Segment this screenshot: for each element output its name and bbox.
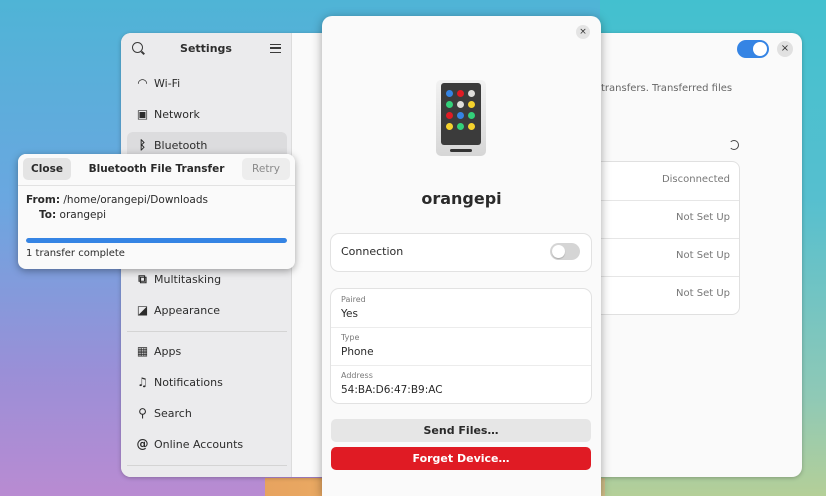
sidebar-header: Settings — [121, 33, 291, 65]
dialog-close-button[interactable]: × — [576, 25, 590, 39]
network-icon: ▣ — [136, 107, 149, 121]
device-row[interactable]: Disconnected — [581, 162, 739, 201]
forget-device-button[interactable]: Forget Device… — [331, 447, 591, 470]
connection-label: Connection — [341, 245, 404, 258]
sidebar-item-label: Network — [154, 108, 200, 121]
device-status: Not Set Up — [676, 212, 730, 223]
from-value: /home/orangepi/Downloads — [63, 194, 208, 206]
info-row-type: Type Phone — [331, 327, 591, 366]
device-info-card: Paired Yes Type Phone Address 54:BA:D6:4… — [331, 289, 591, 403]
menu-icon[interactable] — [270, 44, 281, 53]
sidebar-item-label: Appearance — [154, 304, 221, 317]
connection-card: Connection — [331, 234, 591, 271]
info-key: Address — [341, 371, 373, 380]
transfer-progress-bar — [26, 238, 287, 243]
device-row[interactable]: Not Set Up — [581, 200, 739, 239]
file-transfer-dialog: Bluetooth File Transfer Close Retry From… — [18, 154, 295, 269]
sidebar-title: Settings — [180, 42, 232, 55]
to-label: To: — [39, 209, 57, 221]
send-files-button[interactable]: Send Files… — [331, 419, 591, 442]
bell-icon: ♫ — [137, 375, 148, 389]
info-row-paired: Paired Yes — [331, 289, 591, 328]
sidebar-item-label: Apps — [154, 345, 182, 358]
device-dialog: × orangepi Connection Paired Yes Type Ph… — [322, 16, 601, 496]
from-label: From: — [26, 194, 61, 206]
sidebar-divider — [127, 465, 287, 466]
bluetooth-icon: ᛒ — [138, 138, 147, 152]
sidebar-item-label: Wi-Fi — [154, 77, 181, 90]
to-value: orangepi — [59, 209, 107, 221]
close-button[interactable]: Close — [23, 158, 71, 180]
window-close-button[interactable]: × — [777, 41, 793, 57]
sidebar-item-label: Bluetooth — [154, 139, 208, 152]
transfer-from: From: /home/orangepi/Downloads — [26, 194, 208, 206]
search-icon: ⚲ — [138, 406, 147, 420]
info-value: Yes — [341, 308, 358, 320]
multitasking-icon: ⧉ — [138, 272, 147, 286]
sidebar-item-online-accounts[interactable]: @ Online Accounts — [127, 431, 287, 459]
sidebar-item-wifi[interactable]: ◠ Wi-Fi — [127, 70, 287, 98]
device-status: Not Set Up — [676, 288, 730, 299]
transfer-status: 1 transfer complete — [26, 248, 125, 259]
bluetooth-toggle[interactable] — [737, 40, 769, 58]
apps-icon: ▦ — [136, 344, 149, 358]
appearance-icon: ◪ — [136, 303, 149, 317]
info-value: 54:BA:D6:47:B9:AC — [341, 384, 443, 396]
sidebar-item-appearance[interactable]: ◪ Appearance — [127, 297, 287, 325]
sidebar-item-label: Online Accounts — [154, 438, 244, 451]
info-row-address: Address 54:BA:D6:47:B9:AC — [331, 365, 591, 403]
retry-button[interactable]: Retry — [242, 158, 290, 180]
device-status: Not Set Up — [676, 250, 730, 261]
transfer-to: To: orangepi — [39, 209, 106, 221]
device-row[interactable]: Not Set Up — [581, 238, 739, 277]
device-status: Disconnected — [661, 174, 730, 185]
sidebar-item-network[interactable]: ▣ Network — [127, 101, 287, 129]
info-key: Paired — [341, 295, 366, 304]
bluetooth-description: transfers. Transferred files — [601, 83, 733, 94]
sidebar-item-multitasking[interactable]: ⧉ Multitasking — [127, 266, 287, 294]
sidebar-item-label: Notifications — [154, 376, 223, 389]
sidebar-item-notifications[interactable]: ♫ Notifications — [127, 369, 287, 397]
info-value: Phone — [341, 346, 374, 358]
phone-icon — [436, 80, 486, 156]
device-row[interactable]: Not Set Up — [581, 276, 739, 314]
progress-fill — [26, 238, 287, 243]
transfer-header: Bluetooth File Transfer Close Retry — [18, 154, 295, 186]
info-key: Type — [341, 333, 360, 342]
at-icon: @ — [136, 437, 149, 451]
wifi-icon: ◠ — [137, 76, 148, 90]
sidebar-divider — [127, 331, 287, 332]
sidebar-item-label: Search — [154, 407, 192, 420]
device-list: Disconnected Not Set Up Not Set Up Not S… — [581, 161, 740, 315]
connection-toggle[interactable] — [550, 243, 580, 260]
sidebar-item-label: Multitasking — [154, 273, 222, 286]
sidebar-item-search[interactable]: ⚲ Search — [127, 400, 287, 428]
scanning-spinner-icon — [729, 140, 739, 150]
sidebar-item-apps[interactable]: ▦ Apps — [127, 338, 287, 366]
device-name: orangepi — [421, 189, 502, 208]
